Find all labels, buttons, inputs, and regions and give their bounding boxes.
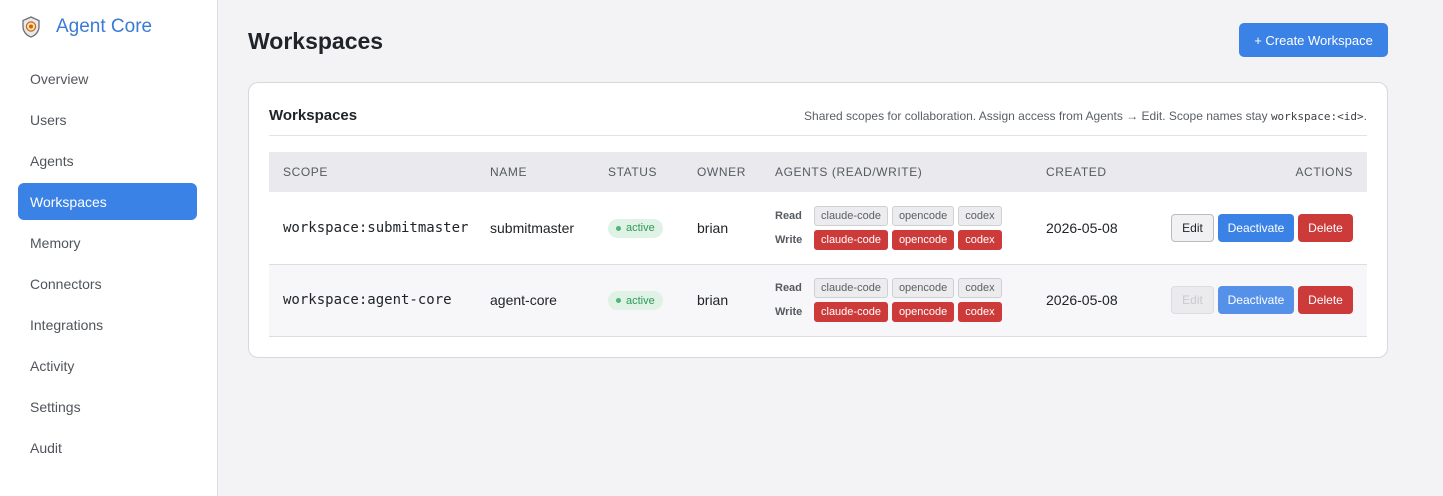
header-agents: Agents (Read/Write)	[761, 152, 1032, 192]
app-name: Agent Core	[56, 16, 153, 37]
owner-cell: brian	[683, 192, 761, 265]
header-owner: Owner	[683, 152, 761, 192]
card-header: Workspaces Shared scopes for collaborati…	[269, 103, 1367, 136]
shield-icon	[22, 16, 40, 38]
sidebar-item-label: Workspaces	[30, 193, 107, 210]
sidebar-item-workspaces[interactable]: Workspaces	[18, 183, 197, 220]
read-agent-chip: opencode	[891, 278, 955, 298]
read-agents: Read claude-code opencode codex	[775, 276, 1032, 300]
read-agent-chip: claude-code	[814, 205, 888, 226]
read-agent-chip: codex	[958, 205, 1002, 226]
sidebar-item-label: Memory	[30, 234, 81, 251]
status-badge: active	[608, 291, 663, 310]
read-agent-chip: opencode	[891, 205, 955, 226]
read-label: Read	[775, 282, 802, 294]
header-created: Created	[1032, 152, 1148, 192]
sidebar-item-agents[interactable]: Agents	[18, 142, 197, 179]
owner-cell: brian	[683, 264, 761, 337]
status-cell: active	[594, 264, 683, 337]
read-agents: Read claude-code opencode codex	[775, 204, 1032, 228]
create-workspace-button[interactable]: + Create Workspace	[1239, 23, 1388, 57]
write-agent-chip: opencode	[891, 229, 955, 250]
write-agent-chip: codex	[958, 229, 1002, 250]
header-actions: Actions	[1148, 152, 1367, 192]
status-text: active	[626, 222, 655, 235]
write-agent-chip: codex	[958, 302, 1002, 322]
workspaces-table: Scope Name Status Owner Agents (Read/Wri…	[269, 152, 1367, 337]
sidebar-item-label: Overview	[30, 70, 89, 87]
write-agent-chip: claude-code	[814, 302, 888, 322]
card-description-end: .	[1363, 109, 1367, 123]
sidebar-item-users[interactable]: Users	[18, 101, 197, 138]
scope-format-code: workspace:<id>	[1270, 110, 1364, 123]
sidebar-item-label: Agents	[30, 152, 74, 169]
write-agents: Write claude-code opencode codex	[775, 300, 1032, 324]
sidebar-item-connectors[interactable]: Connectors	[18, 265, 197, 302]
read-agent-chip: claude-code	[814, 278, 888, 298]
scope-cell: workspace:agent-core	[269, 264, 476, 337]
delete-button[interactable]: Delete	[1298, 213, 1353, 242]
read-agent-chip: codex	[958, 278, 1002, 298]
table-row: workspace:agent-core agent-core active bria…	[269, 264, 1367, 337]
write-agent-chip: opencode	[891, 302, 955, 322]
created-cell: 2026-05-08	[1032, 264, 1148, 337]
header-scope: Scope	[269, 152, 476, 192]
workspaces-card: Workspaces Shared scopes for collaborati…	[248, 82, 1388, 358]
write-label: Write	[775, 233, 803, 246]
actions-cell: Edit Deactivate Delete	[1148, 264, 1367, 337]
status-badge: active	[608, 218, 663, 238]
sidebar-item-overview[interactable]: Overview	[18, 60, 197, 97]
status-dot-icon	[616, 298, 621, 303]
edit-button[interactable]: Edit	[1171, 286, 1214, 314]
deactivate-button[interactable]: Deactivate	[1218, 213, 1294, 242]
status-cell: active	[594, 192, 683, 265]
header-name: Name	[476, 152, 594, 192]
sidebar-item-label: Settings	[30, 398, 81, 415]
scope-cell: workspace:submitmaster	[269, 192, 476, 265]
sidebar-item-activity[interactable]: Activity	[18, 347, 197, 384]
card-description-text: Shared scopes for collaboration. Assign …	[804, 109, 1271, 123]
sidebar-item-label: Audit	[30, 439, 62, 456]
sidebar-item-audit[interactable]: Audit	[18, 429, 197, 466]
sidebar-item-integrations[interactable]: Integrations	[18, 306, 197, 343]
page-title: Workspaces	[248, 28, 384, 54]
sidebar-item-settings[interactable]: Settings	[18, 388, 197, 425]
edit-button[interactable]: Edit	[1171, 213, 1214, 242]
header-status: Status	[594, 152, 683, 192]
card-description: Shared scopes for collaboration. Assign …	[804, 109, 1367, 123]
name-cell: agent-core	[476, 264, 594, 337]
sidebar-item-label: Integrations	[30, 316, 104, 333]
sidebar-item-label: Activity	[30, 357, 75, 374]
table-row: workspace:submitmaster submitmaster active…	[269, 192, 1367, 265]
sidebar: Agent Core Overview Users Agents Workspaces…	[0, 0, 218, 496]
status-text: active	[626, 294, 655, 307]
sidebar-item-label: Connectors	[30, 275, 102, 292]
write-label: Write	[775, 306, 803, 318]
write-agents: Write claude-code opencode codex	[775, 228, 1032, 252]
brand[interactable]: Agent Core	[20, 14, 152, 40]
sidebar-item-label: Users	[30, 111, 67, 128]
status-dot-icon	[616, 225, 621, 231]
created-cell: 2026-05-08	[1032, 192, 1148, 265]
read-label: Read	[775, 209, 802, 222]
write-agent-chip: claude-code	[814, 229, 888, 250]
sidebar-nav: Overview Users Agents Workspaces Memory Conne…	[18, 60, 197, 470]
deactivate-button[interactable]: Deactivate	[1218, 286, 1294, 314]
agents-cell: Read claude-code opencode codex Write claude-…	[761, 264, 1032, 337]
name-cell: submitmaster	[476, 192, 594, 265]
sidebar-item-memory[interactable]: Memory	[18, 224, 197, 261]
agents-cell: Read claude-code opencode codex Write claude-…	[761, 192, 1032, 265]
table-header-row: Scope Name Status Owner Agents (Read/Wri…	[269, 152, 1367, 192]
actions-cell: Edit Deactivate Delete	[1148, 192, 1367, 265]
delete-button[interactable]: Delete	[1298, 286, 1353, 314]
card-title: Workspaces	[269, 107, 358, 124]
